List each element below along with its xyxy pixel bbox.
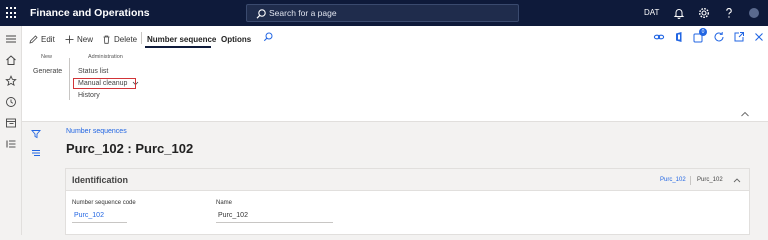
group-title-new: New	[41, 54, 53, 60]
search-box[interactable]: Search for a page	[246, 4, 519, 22]
fasttab-summary-name: Purc_102	[697, 177, 723, 183]
gear-icon[interactable]	[697, 6, 711, 20]
generate-button[interactable]: Generate	[33, 68, 62, 75]
app-title[interactable]: Finance and Operations	[30, 7, 150, 19]
help-icon[interactable]	[722, 6, 736, 20]
main-content: Number sequences Purc_102 : Purc_102 Ide…	[50, 122, 768, 235]
status-list-button[interactable]: Status list	[78, 68, 108, 75]
user-avatar-icon[interactable]	[747, 6, 761, 20]
refresh-icon[interactable]	[713, 31, 725, 43]
list-view-icon[interactable]	[31, 148, 41, 158]
bell-icon[interactable]	[672, 6, 686, 20]
home-icon[interactable]	[5, 54, 17, 66]
group-title-administration: Administration	[88, 54, 123, 60]
link-icon[interactable]	[653, 31, 665, 43]
open-new-window-icon[interactable]	[733, 31, 745, 43]
page-title: Purc_102 : Purc_102	[66, 141, 194, 156]
search-placeholder: Search for a page	[269, 8, 337, 18]
highlight-annotation-box	[73, 78, 136, 89]
fasttab-header[interactable]: Identification Purc_102 Purc_102	[66, 169, 749, 191]
breadcrumb[interactable]: Number sequences	[66, 128, 127, 135]
edit-button[interactable]: Edit	[29, 31, 55, 47]
edit-label: Edit	[41, 34, 55, 44]
number-sequence-code-field[interactable]: Purc_102	[72, 210, 127, 223]
number-sequence-code-label: Number sequence code	[72, 200, 136, 206]
plus-icon	[65, 35, 74, 43]
trash-icon	[103, 35, 110, 44]
workspaces-icon[interactable]	[5, 117, 17, 129]
favorites-star-icon[interactable]	[5, 75, 17, 87]
chevron-up-icon[interactable]	[733, 177, 741, 183]
search-icon	[256, 9, 266, 19]
fasttab-title: Identification	[72, 175, 128, 185]
group-divider	[69, 58, 70, 100]
filter-pane-column	[22, 122, 50, 235]
office-icon[interactable]	[673, 31, 685, 43]
tab-options[interactable]: Options	[221, 31, 251, 47]
top-nav-bar: Finance and Operations Search for a page…	[0, 0, 768, 26]
name-label: Name	[216, 200, 233, 206]
company-picker[interactable]: DAT	[644, 8, 659, 17]
collapse-chevron-up-icon[interactable]	[740, 110, 750, 118]
summary-divider	[690, 176, 691, 185]
action-search-icon[interactable]	[262, 31, 274, 43]
new-button[interactable]: New	[65, 31, 93, 47]
pencil-icon	[29, 34, 38, 44]
history-button[interactable]: History	[78, 92, 100, 99]
tab-number-sequence[interactable]: Number sequence	[147, 31, 216, 47]
identification-fasttab: Identification Purc_102 Purc_102 Number …	[65, 168, 750, 235]
toolbar-divider	[141, 32, 142, 44]
modules-list-icon[interactable]	[5, 138, 17, 150]
delete-label: Delete	[114, 34, 138, 44]
new-label: New	[77, 34, 94, 44]
delete-button[interactable]: Delete	[102, 31, 137, 47]
recent-clock-icon[interactable]	[5, 96, 17, 108]
fasttab-summary-code[interactable]: Purc_102	[660, 177, 686, 183]
filter-icon[interactable]	[31, 129, 41, 139]
name-field[interactable]: Purc_102	[216, 210, 333, 223]
active-tab-indicator	[145, 46, 211, 48]
action-pane: Edit New Delete Number sequence Options …	[22, 26, 768, 122]
left-nav-rail	[0, 26, 22, 235]
hamburger-menu-icon[interactable]	[5, 33, 17, 45]
close-icon[interactable]	[753, 31, 765, 43]
notification-count-badge: 0	[699, 28, 707, 36]
app-launcher-icon[interactable]	[6, 7, 18, 19]
